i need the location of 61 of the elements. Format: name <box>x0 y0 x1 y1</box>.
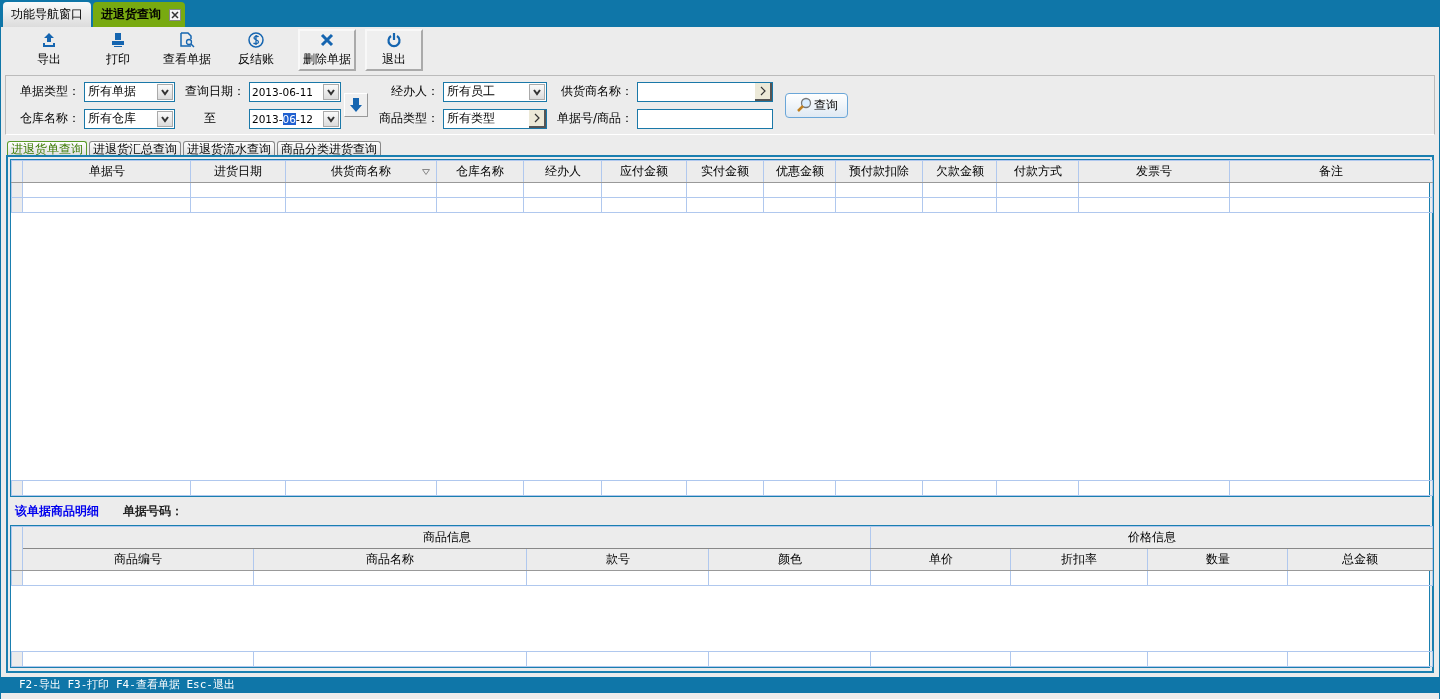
field-label: 单据号/商品： <box>555 110 634 127</box>
field-label: 单据号码： <box>123 502 183 520</box>
select-field[interactable]: 所有单据 <box>84 81 175 102</box>
field-label: 仓库名称： <box>19 110 81 127</box>
column-header[interactable]: 颜色 <box>708 548 871 571</box>
column-header[interactable]: 单据号 <box>22 160 191 183</box>
sort-icon <box>422 169 430 175</box>
column-header[interactable]: 发票号 <box>1078 160 1230 183</box>
toolbar-button[interactable]: 退出 <box>365 29 423 71</box>
document-search-icon <box>179 32 195 48</box>
field-label: 商品类型： <box>378 110 440 127</box>
column-header[interactable]: 商品名称 <box>253 548 527 571</box>
search-icon <box>795 97 812 113</box>
column-header[interactable]: 优惠金额 <box>763 160 836 183</box>
toolbar-button[interactable]: 查看单据 <box>154 29 220 71</box>
select-field[interactable]: 所有仓库 <box>84 108 175 129</box>
column-header[interactable]: 应付金额 <box>601 160 687 183</box>
column-header[interactable]: 进货日期 <box>190 160 286 183</box>
field-label: 单据类型： <box>19 83 81 100</box>
column-header[interactable]: 实付金额 <box>686 160 764 183</box>
column-header[interactable]: 经办人 <box>523 160 602 183</box>
field-label: 供货商名称： <box>560 83 634 100</box>
column-header[interactable]: 备注 <box>1229 160 1433 183</box>
field-label: 经办人： <box>390 83 440 100</box>
field-label: 查询日期： <box>184 83 246 100</box>
picker-field[interactable]: 所有类型 <box>443 108 547 129</box>
window-tab[interactable]: 进退货查询 <box>93 2 185 27</box>
window-tab[interactable]: 功能导航窗口 <box>3 2 91 27</box>
column-header[interactable]: 商品编号 <box>22 548 254 571</box>
picker-field[interactable] <box>637 81 773 102</box>
printer-icon <box>110 32 126 48</box>
date-field[interactable]: 2013-06-11 <box>249 81 341 102</box>
column-header[interactable]: 折扣率 <box>1010 548 1148 571</box>
column-header[interactable]: 预付款扣除 <box>835 160 923 183</box>
select-field[interactable]: 所有员工 <box>443 81 547 102</box>
column-header[interactable]: 欠款金额 <box>922 160 997 183</box>
close-icon <box>319 32 335 48</box>
group-header: 商品信息 <box>22 526 871 549</box>
copy-date-button[interactable] <box>344 93 368 117</box>
field-label: 至 <box>203 110 217 127</box>
dollar-icon <box>248 32 264 48</box>
input-field[interactable] <box>637 108 773 129</box>
upload-icon <box>41 32 57 48</box>
group-header: 价格信息 <box>870 526 1433 549</box>
power-icon <box>386 32 402 48</box>
column-header[interactable]: 款号 <box>526 548 709 571</box>
toolbar-button[interactable]: 导出 <box>16 29 82 71</box>
column-header[interactable]: 仓库名称 <box>436 160 524 183</box>
column-header[interactable]: 数量 <box>1147 548 1288 571</box>
toolbar-button[interactable]: 打印 <box>85 29 151 71</box>
toolbar-button[interactable]: 反结账 <box>223 29 289 71</box>
status-bar: F2-导出 F3-打印 F4-查看单据 Esc-退出 <box>1 677 1439 693</box>
search-button[interactable]: 查询 <box>785 92 848 118</box>
column-header[interactable]: 付款方式 <box>996 160 1079 183</box>
column-header[interactable]: 总金额 <box>1287 548 1433 571</box>
column-header[interactable]: 供货商名称 <box>285 160 437 183</box>
arrow-down-icon <box>349 97 363 113</box>
close-icon[interactable] <box>169 8 181 21</box>
toolbar-button[interactable]: 删除单据 <box>298 29 356 71</box>
section-title: 该单据商品明细 <box>15 502 99 520</box>
column-header[interactable]: 单价 <box>870 548 1011 571</box>
